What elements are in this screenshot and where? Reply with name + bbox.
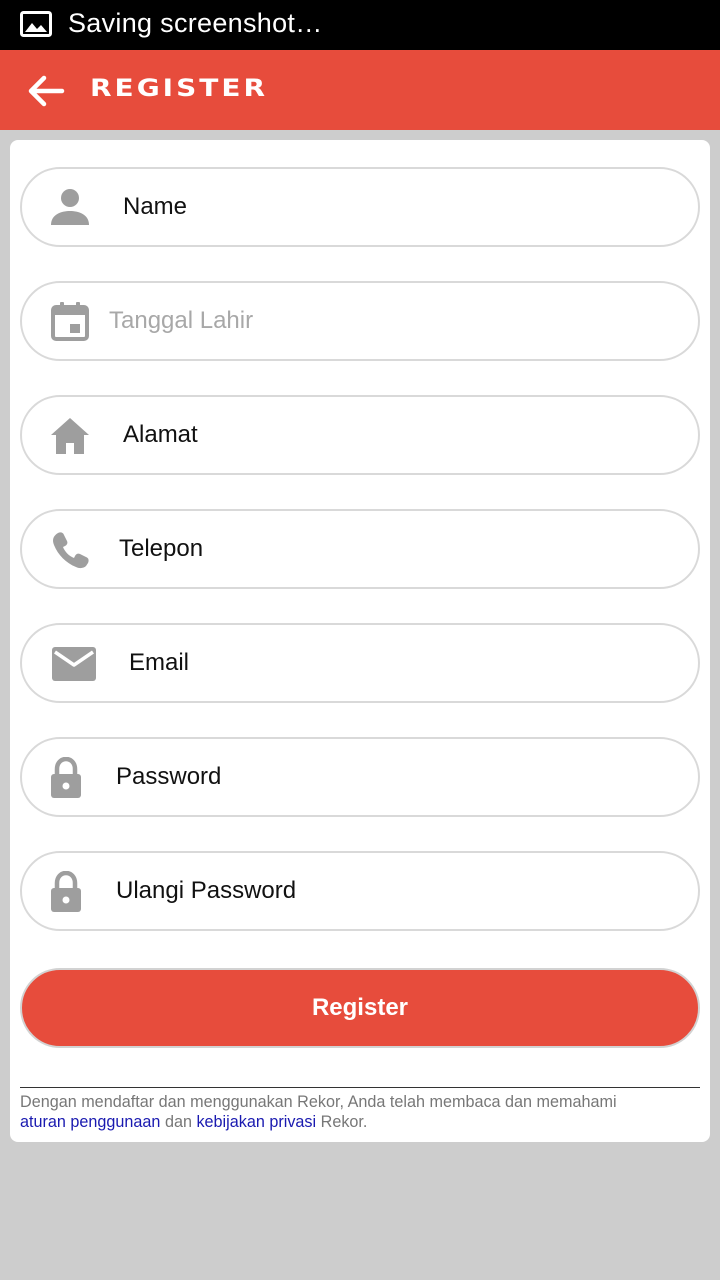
status-bar: Saving screenshot… [0,0,720,50]
confirm-password-field[interactable]: Ulangi Password [20,851,700,931]
password-field[interactable]: Password [20,737,700,817]
birthdate-field-placeholder: Tanggal Lahir [109,307,254,334]
page-title: REGISTER [90,74,269,103]
terms-of-use-link[interactable]: aturan penggunaan [20,1113,160,1131]
address-field[interactable]: Alamat [20,395,700,475]
terms-suffix: Rekor. [320,1113,368,1131]
phone-field-label: Telepon [119,535,204,562]
birthdate-field[interactable]: Tanggal Lahir [20,281,700,361]
email-field-label: Email [129,649,190,676]
image-icon [20,11,52,37]
person-icon [51,189,89,225]
terms-text: Dengan mendaftar dan menggunakan Rekor, … [20,1092,710,1132]
phone-icon [53,532,89,569]
register-form-card: Name Tanggal Lahir Alamat Telepon Email [10,140,710,1142]
register-button[interactable]: Register [20,968,700,1048]
app-bar: REGISTER [0,50,720,130]
privacy-policy-link[interactable]: kebijakan privasi [196,1113,316,1131]
password-field-label: Password [116,763,222,790]
confirm-password-field-label: Ulangi Password [116,877,297,904]
lock-icon [51,757,81,798]
terms-prefix: Dengan mendaftar dan menggunakan Rekor, … [20,1093,617,1111]
arrow-back-icon [28,75,65,107]
phone-field[interactable]: Telepon [20,509,700,589]
back-button[interactable] [20,68,70,114]
name-field-label: Name [123,193,188,220]
email-field[interactable]: Email [20,623,700,703]
address-field-label: Alamat [123,421,198,448]
name-field[interactable]: Name [20,167,700,247]
divider [20,1087,700,1088]
status-text: Saving screenshot… [68,8,323,38]
lock-icon [51,871,81,912]
calendar-icon [51,302,89,341]
terms-and: dan [164,1113,192,1131]
home-icon [51,418,89,454]
mail-icon [52,647,96,681]
